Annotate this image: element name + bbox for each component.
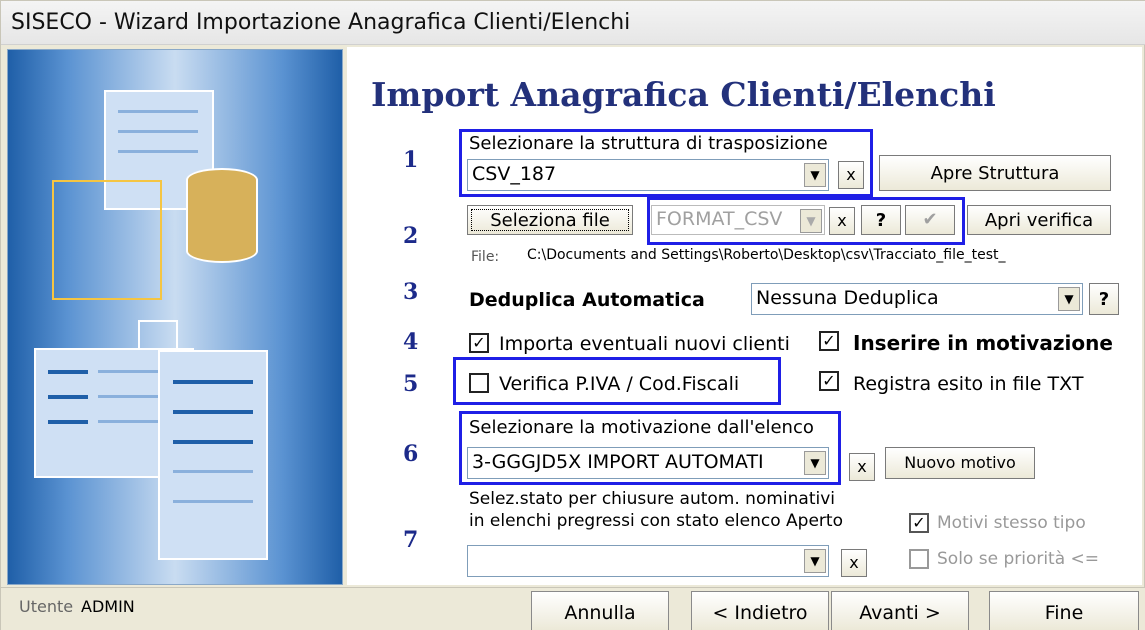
- import-new-clients-checkbox[interactable]: ✓: [469, 333, 489, 353]
- window-title: SISECO - Wizard Importazione Anagrafica …: [1, 1, 1145, 45]
- wizard-window: SISECO - Wizard Importazione Anagrafica …: [0, 0, 1145, 630]
- step-number-4: 4: [403, 329, 419, 355]
- cancel-button[interactable]: Annulla: [531, 591, 669, 630]
- register-txt-label: Registra esito in file TXT: [853, 373, 1084, 395]
- priority-label: Solo se priorità <=: [937, 549, 1100, 569]
- highlight-step2: [647, 197, 965, 245]
- step-number-6: 6: [403, 441, 419, 467]
- file-prefix: File:: [471, 249, 500, 265]
- dedup-help-button[interactable]: ?: [1089, 283, 1119, 315]
- next-button[interactable]: Avanti >: [831, 591, 969, 630]
- same-type-checkbox[interactable]: ✓: [909, 513, 929, 533]
- priority-checkbox[interactable]: [909, 549, 929, 569]
- chevron-down-icon[interactable]: ▼: [1058, 287, 1080, 311]
- step-number-7: 7: [403, 527, 419, 553]
- highlight-step6: [459, 411, 841, 485]
- wizard-illustration: [7, 49, 343, 585]
- import-new-clients-label: Importa eventuali nuovi clienti: [499, 333, 790, 355]
- register-txt-checkbox[interactable]: ✓: [819, 371, 839, 391]
- insert-motivation-label: Inserire in motivazione: [853, 331, 1113, 355]
- open-verify-button[interactable]: Apri verifica: [967, 205, 1111, 235]
- user-prefix: Utente: [19, 597, 74, 616]
- same-type-label: Motivi stesso tipo: [937, 513, 1086, 533]
- auto-close-clear-button[interactable]: x: [841, 549, 867, 577]
- finish-button[interactable]: Fine: [989, 591, 1139, 630]
- new-motivation-button[interactable]: Nuovo motivo: [885, 447, 1035, 479]
- highlight-step1: [459, 129, 873, 197]
- dedup-select[interactable]: Nessuna Deduplica ▼: [751, 283, 1083, 315]
- select-file-button[interactable]: Seleziona file: [467, 205, 633, 235]
- auto-close-label-1: Selez.stato per chiusure autom. nominati…: [469, 489, 835, 509]
- motivation-clear-button[interactable]: x: [849, 453, 875, 481]
- step-number-3: 3: [403, 279, 419, 305]
- dedup-value: Nessuna Deduplica: [756, 287, 939, 309]
- step-number-1: 1: [403, 147, 419, 173]
- auto-close-label-2: in elenchi pregressi con stato elenco Ap…: [469, 511, 843, 531]
- open-structure-button[interactable]: Apre Struttura: [879, 155, 1111, 191]
- chevron-down-icon[interactable]: ▼: [804, 549, 826, 573]
- step-number-5: 5: [403, 371, 419, 397]
- highlight-step5: [453, 357, 781, 405]
- insert-motivation-checkbox[interactable]: ✓: [819, 331, 839, 351]
- file-path: C:\Documents and Settings\Roberto\Deskto…: [527, 247, 1006, 263]
- user-name: ADMIN: [81, 597, 135, 616]
- dedup-label: Deduplica Automatica: [469, 289, 705, 311]
- back-button[interactable]: < Indietro: [691, 591, 829, 630]
- auto-close-state-select[interactable]: ▼: [467, 545, 829, 577]
- page-title: Import Anagrafica Clienti/Elenchi: [371, 75, 996, 114]
- step-number-2: 2: [403, 223, 419, 249]
